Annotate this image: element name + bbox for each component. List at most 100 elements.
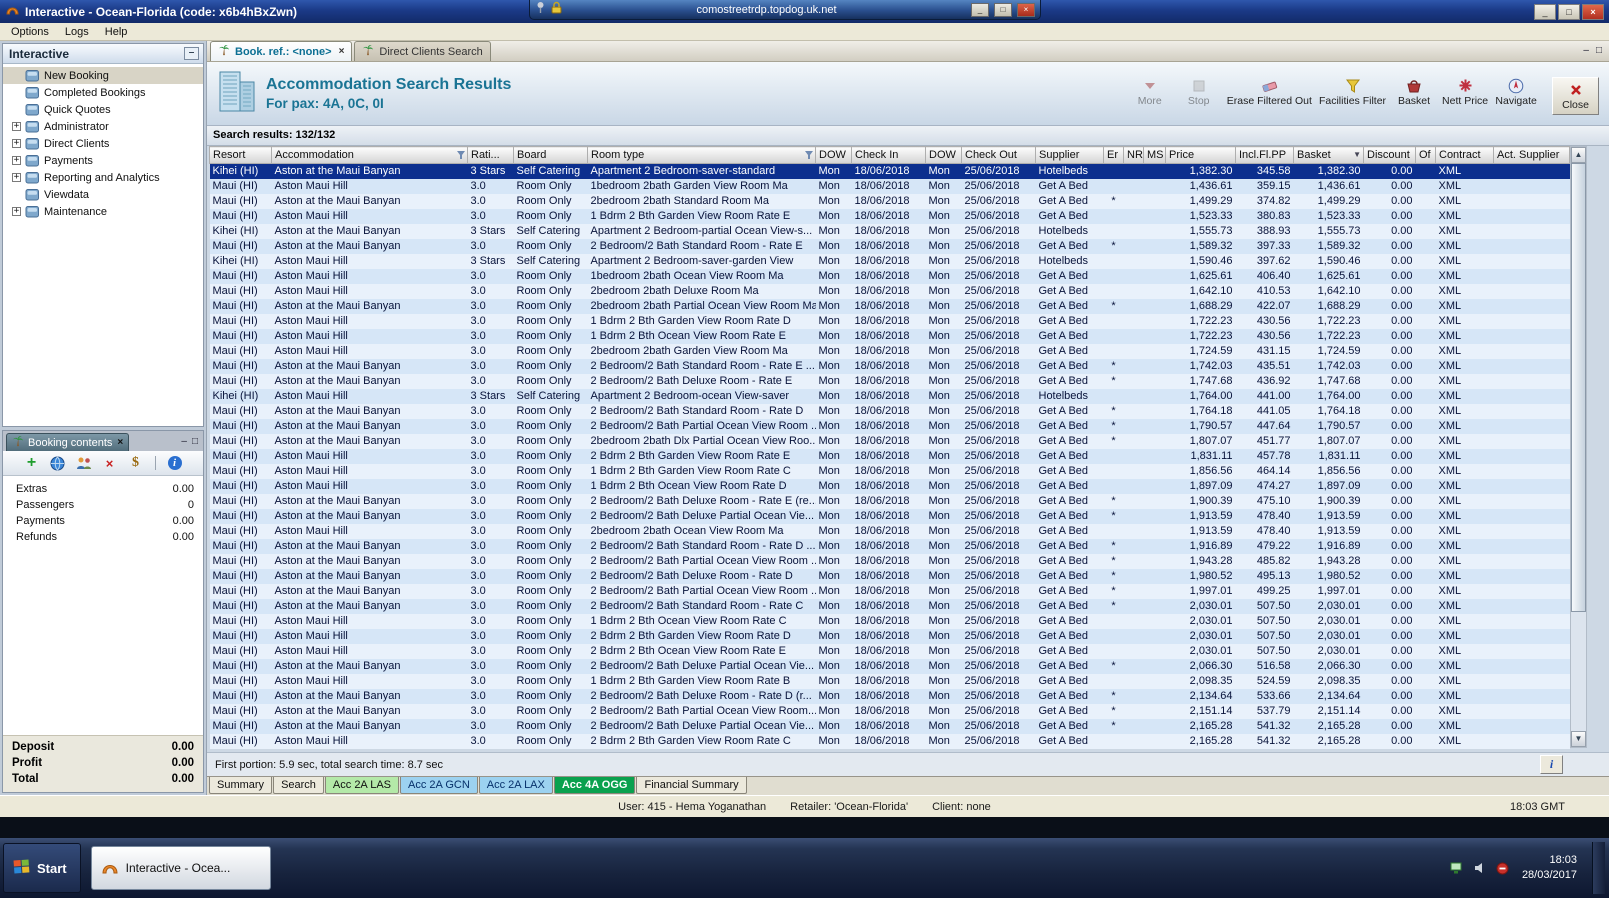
navigate-button[interactable]: Navigate [1495, 77, 1537, 107]
result-row[interactable]: Kihei (HI) Aston at the Maui Banyan 3 Star… [209, 163, 1570, 179]
sidebar-item-reporting-and-analytics[interactable]: + Reporting and Analytics [3, 169, 203, 186]
rdp-restore-button[interactable]: □ [994, 2, 1012, 17]
result-row[interactable]: Maui (HI) Aston Maui Hill 3.0 Room Only 2 Bd… [209, 733, 1570, 749]
result-row[interactable]: Kihei (HI) Aston at the Maui Banyan 3 Star… [209, 223, 1570, 239]
bottom-tab-search[interactable]: Search [273, 777, 324, 794]
menu-help[interactable]: Help [97, 24, 136, 40]
booking-contents-tab[interactable]: Booking contents × [6, 433, 130, 451]
result-row[interactable]: Maui (HI) Aston Maui Hill 3.0 Room Only 2bed… [209, 283, 1570, 299]
column-header-dow[interactable]: DOW [815, 146, 852, 164]
result-row[interactable]: Maui (HI) Aston at the Maui Banyan 3.0 Room… [209, 568, 1570, 584]
result-row[interactable]: Maui (HI) Aston Maui Hill 3.0 Room Only 1 Bd… [209, 463, 1570, 479]
column-header-check-in[interactable]: Check In [851, 146, 926, 164]
column-header-er[interactable]: Er [1103, 146, 1124, 164]
result-row[interactable]: Maui (HI) Aston at the Maui Banyan 3.0 Room… [209, 493, 1570, 509]
result-row[interactable]: Maui (HI) Aston at the Maui Banyan 3.0 Room… [209, 688, 1570, 704]
bottom-tab-summary[interactable]: Summary [209, 777, 273, 794]
column-header-discount[interactable]: Discount [1363, 146, 1416, 164]
column-header-incl-fl-pp[interactable]: Incl.Fl.PP [1235, 146, 1294, 164]
bottom-tab-acc-4a-ogg[interactable]: Acc 4A OGG [553, 777, 636, 794]
show-desktop-button[interactable] [1592, 842, 1605, 894]
mdi-minimize-icon[interactable]: – [1583, 45, 1589, 56]
sidebar-item-administrator[interactable]: + Administrator [3, 118, 203, 135]
close-window-button[interactable]: × [1582, 3, 1604, 20]
world-icon[interactable] [49, 454, 67, 472]
panel-restore-icon[interactable]: – [181, 436, 187, 447]
scroll-down-icon[interactable]: ▼ [1571, 731, 1586, 747]
result-row[interactable]: Maui (HI) Aston Maui Hill 3.0 Room Only 1 Bd… [209, 328, 1570, 344]
maximize-button[interactable]: □ [1558, 3, 1580, 20]
volume-icon[interactable] [1474, 862, 1487, 874]
column-header-of[interactable]: Of [1415, 146, 1436, 164]
bottom-tab-financial-summary[interactable]: Financial Summary [636, 777, 747, 794]
info-circle-icon[interactable]: i [166, 454, 184, 472]
result-row[interactable]: Maui (HI) Aston Maui Hill 3.0 Room Only 2 Bd… [209, 643, 1570, 659]
network-status-icon[interactable] [1450, 862, 1465, 875]
result-row[interactable]: Maui (HI) Aston at the Maui Banyan 3.0 Room… [209, 433, 1570, 449]
result-row[interactable]: Maui (HI) Aston at the Maui Banyan 3.0 Room… [209, 703, 1570, 719]
column-header-price[interactable]: Price [1165, 146, 1236, 164]
doc-tab-book-ref-none[interactable]: Book. ref.: <none> × [210, 41, 353, 61]
column-header-rati[interactable]: Rati... [467, 146, 514, 164]
column-header-contract[interactable]: Contract [1435, 146, 1494, 164]
result-row[interactable]: Maui (HI) Aston at the Maui Banyan 3.0 Room… [209, 403, 1570, 419]
result-row[interactable]: Maui (HI) Aston at the Maui Banyan 3.0 Room… [209, 718, 1570, 734]
start-button[interactable]: Start [3, 843, 81, 893]
sort-icon[interactable]: ▼ [1353, 150, 1361, 159]
result-row[interactable]: Maui (HI) Aston at the Maui Banyan 3.0 Room… [209, 298, 1570, 314]
passengers-icon[interactable] [75, 454, 93, 472]
bottom-tab-acc-2a-gcn[interactable]: Acc 2A GCN [400, 777, 478, 794]
close-tab-icon[interactable]: × [339, 46, 345, 57]
column-header-resort[interactable]: Resort [209, 146, 272, 164]
result-row[interactable]: Kihei (HI) Aston Maui Hill 3 Stars Self Cat… [209, 388, 1570, 404]
result-row[interactable]: Maui (HI) Aston Maui Hill 3.0 Room Only 1 Bd… [209, 313, 1570, 329]
result-row[interactable]: Maui (HI) Aston at the Maui Banyan 3.0 Room… [209, 238, 1570, 254]
bottom-tab-acc-2a-las[interactable]: Acc 2A LAS [324, 777, 400, 794]
result-row[interactable]: Maui (HI) Aston Maui Hill 3.0 Room Only 2 Bd… [209, 448, 1570, 464]
info-button[interactable]: i [1540, 755, 1563, 774]
taskbar-app-button[interactable]: Interactive - Ocea... [90, 846, 271, 890]
menu-options[interactable]: Options [3, 24, 57, 40]
result-row[interactable]: Maui (HI) Aston at the Maui Banyan 3.0 Room… [209, 193, 1570, 209]
column-header-check-out[interactable]: Check Out [961, 146, 1036, 164]
column-header-nr[interactable]: NR [1123, 146, 1144, 164]
expander-icon[interactable]: + [12, 173, 21, 182]
result-row[interactable]: Maui (HI) Aston Maui Hill 3.0 Room Only 1 Bd… [209, 478, 1570, 494]
erase-filtered-out-button[interactable]: Erase Filtered Out [1227, 77, 1312, 107]
basket-button[interactable]: Basket [1393, 77, 1435, 107]
result-row[interactable]: Maui (HI) Aston at the Maui Banyan 3.0 Room… [209, 358, 1570, 374]
pin-icon[interactable] [535, 1, 546, 19]
bottom-tab-acc-2a-lax[interactable]: Acc 2A LAX [478, 777, 553, 794]
result-row[interactable]: Maui (HI) Aston at the Maui Banyan 3.0 Room… [209, 598, 1570, 614]
expander-icon[interactable]: + [12, 122, 21, 131]
column-header-dow[interactable]: DOW [925, 146, 962, 164]
result-row[interactable]: Maui (HI) Aston Maui Hill 3.0 Room Only 2bed… [209, 523, 1570, 539]
sidebar-item-payments[interactable]: + Payments [3, 152, 203, 169]
expander-icon[interactable]: + [12, 207, 21, 216]
notification-icon[interactable] [1496, 862, 1509, 875]
panel-maximize-icon[interactable]: □ [192, 436, 198, 447]
expander-icon[interactable]: + [12, 139, 21, 148]
column-header-room-type[interactable]: Room type [587, 146, 816, 164]
result-row[interactable]: Kihei (HI) Aston Maui Hill 3 Stars Self Cat… [209, 253, 1570, 269]
close-button[interactable]: Close [1552, 77, 1599, 115]
result-row[interactable]: Maui (HI) Aston at the Maui Banyan 3.0 Room… [209, 583, 1570, 599]
sidebar-item-new-booking[interactable]: +New Booking [3, 67, 203, 84]
facilities-filter-button[interactable]: Facilities Filter [1319, 77, 1386, 107]
vertical-scrollbar[interactable]: ▲ ▼ [1570, 146, 1587, 748]
add-item-icon[interactable]: + [23, 454, 41, 472]
result-row[interactable]: Maui (HI) Aston Maui Hill 3.0 Room Only 1 Bd… [209, 673, 1570, 689]
scroll-track[interactable] [1571, 163, 1586, 731]
result-row[interactable]: Maui (HI) Aston Maui Hill 3.0 Room Only 2 Bd… [209, 628, 1570, 644]
result-row[interactable]: Maui (HI) Aston at the Maui Banyan 3.0 Room… [209, 553, 1570, 569]
doc-tab-direct-clients-search[interactable]: Direct Clients Search [354, 41, 491, 61]
rdp-close-button[interactable]: × [1017, 2, 1035, 17]
result-row[interactable]: Maui (HI) Aston at the Maui Banyan 3.0 Room… [209, 373, 1570, 389]
result-row[interactable]: Maui (HI) Aston Maui Hill 3.0 Room Only 1bed… [209, 178, 1570, 194]
sidebar-item-quick-quotes[interactable]: +Quick Quotes [3, 101, 203, 118]
payments-icon[interactable]: $ [127, 454, 145, 472]
result-row[interactable]: Maui (HI) Aston at the Maui Banyan 3.0 Room… [209, 538, 1570, 554]
result-row[interactable]: Maui (HI) Aston at the Maui Banyan 3.0 Room… [209, 658, 1570, 674]
sidebar-item-direct-clients[interactable]: + Direct Clients [3, 135, 203, 152]
column-header-supplier[interactable]: Supplier [1035, 146, 1104, 164]
